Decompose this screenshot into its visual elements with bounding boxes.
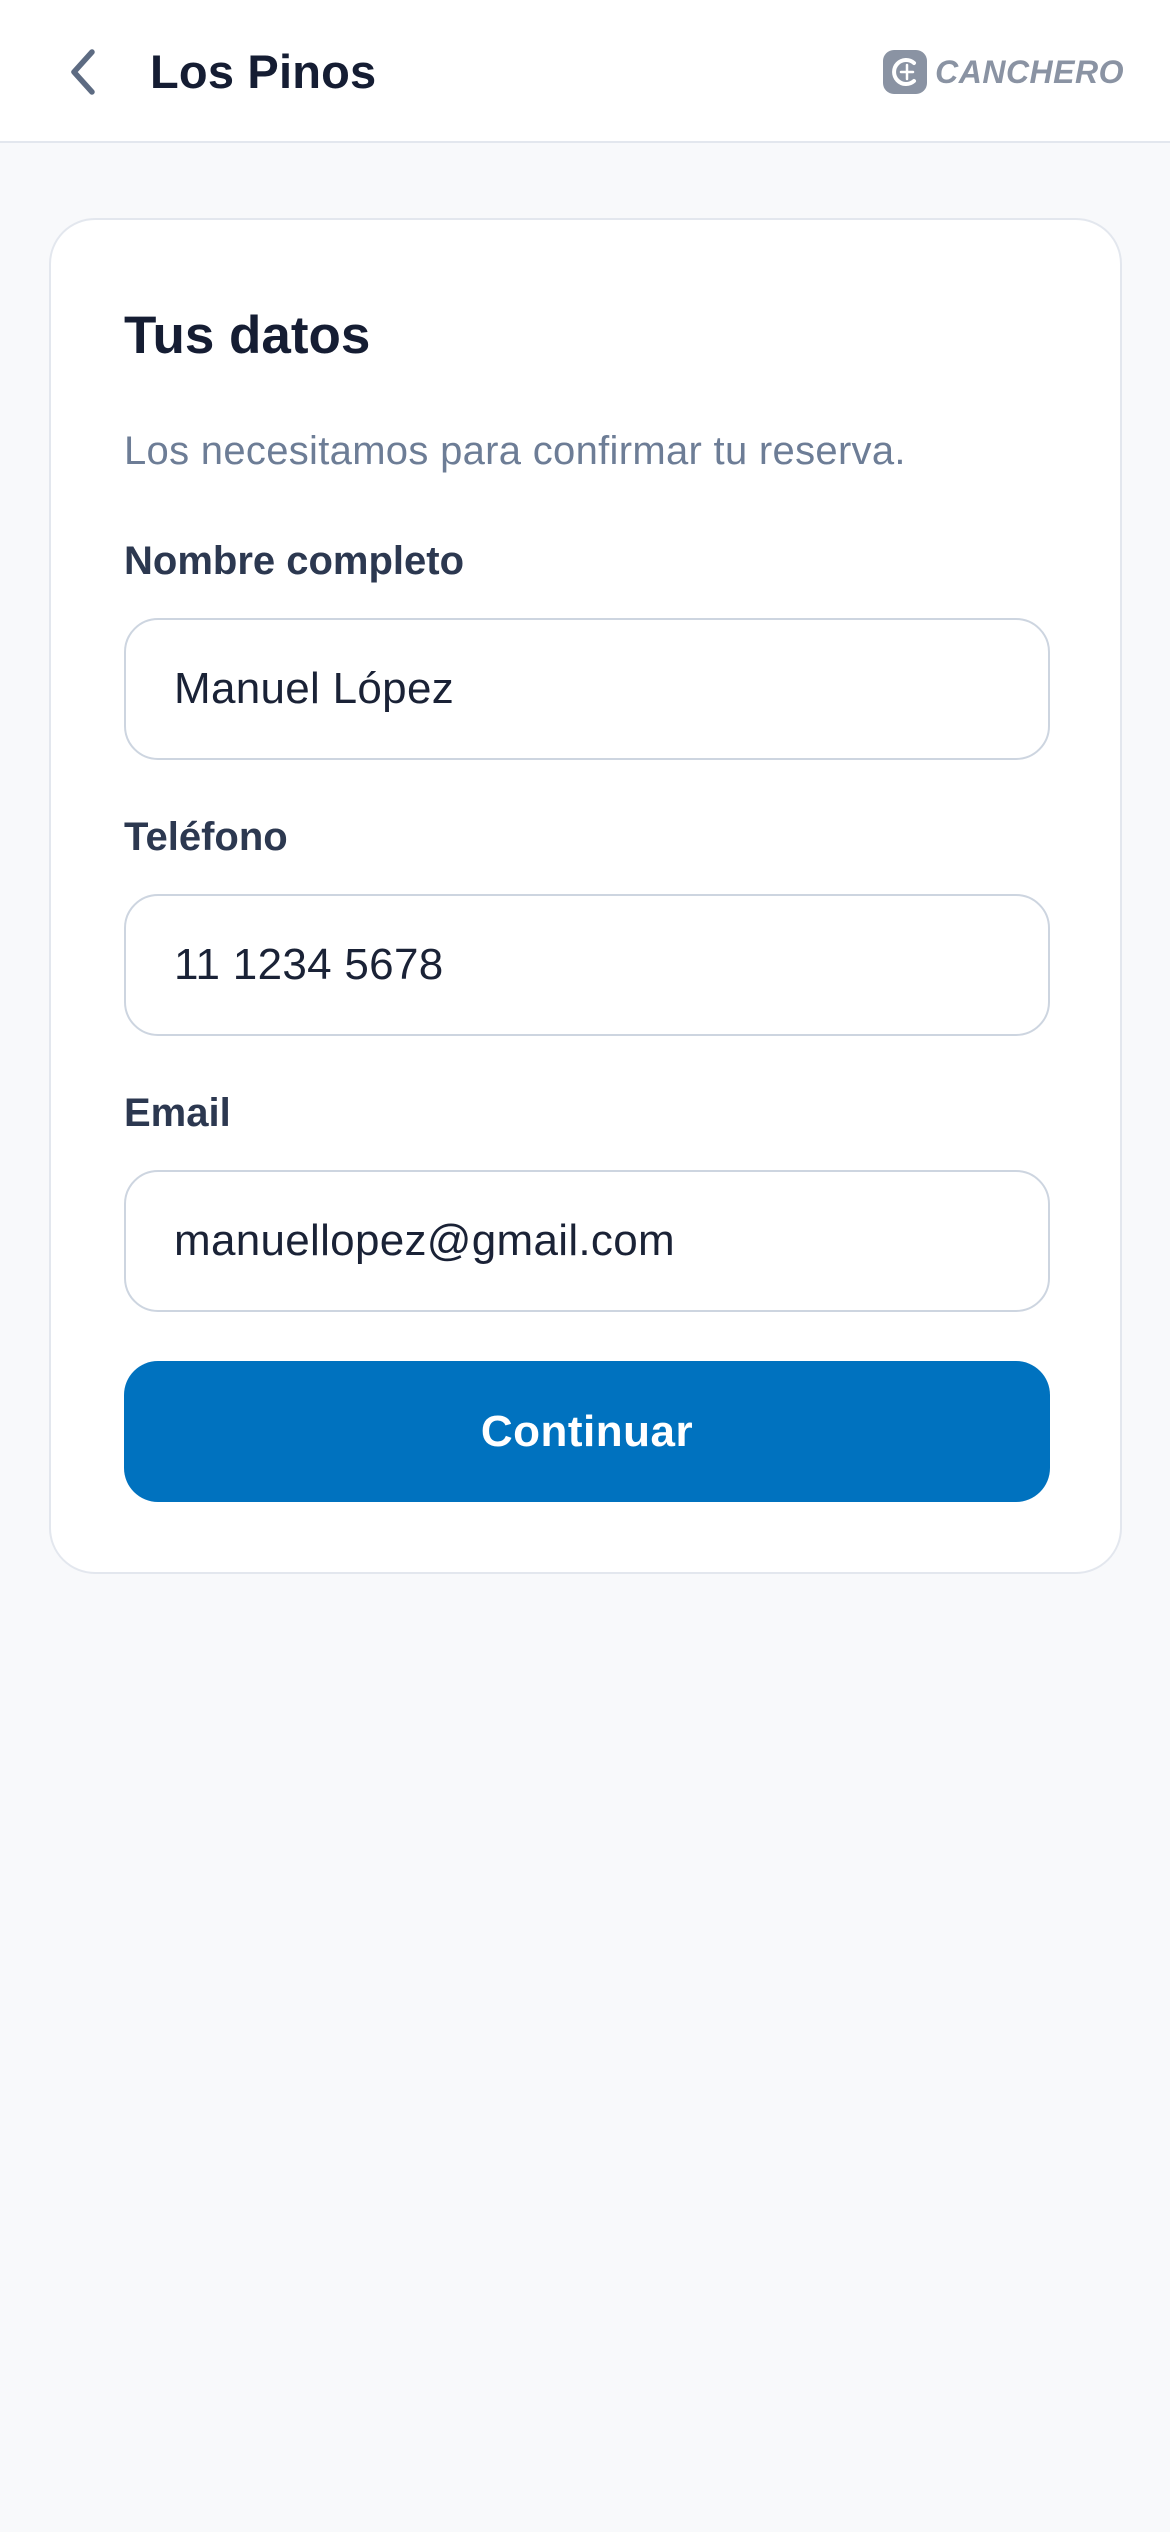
page-title: Los Pinos [150,45,377,98]
back-button[interactable] [52,38,112,106]
brand-name: CANCHERO [935,53,1124,90]
user-data-form-card: Tus datos Los necesitamos para confirmar… [49,218,1122,1574]
full-name-input[interactable] [124,618,1050,760]
continue-button[interactable]: Continuar [124,1361,1050,1502]
email-label: Email [124,1091,231,1135]
phone-input[interactable] [124,894,1050,1036]
full-name-label: Nombre completo [124,539,465,583]
form-subtitle: Los necesitamos para confirmar tu reserv… [124,429,906,473]
form-title: Tus datos [124,306,371,365]
chevron-left-icon [71,49,95,95]
top-app-bar: Los Pinos CANCHERO [0,0,1170,143]
phone-label: Teléfono [124,815,288,859]
brand-logo: CANCHERO [881,46,1124,98]
canchero-logo-icon [883,50,928,94]
email-input[interactable] [124,1170,1050,1312]
